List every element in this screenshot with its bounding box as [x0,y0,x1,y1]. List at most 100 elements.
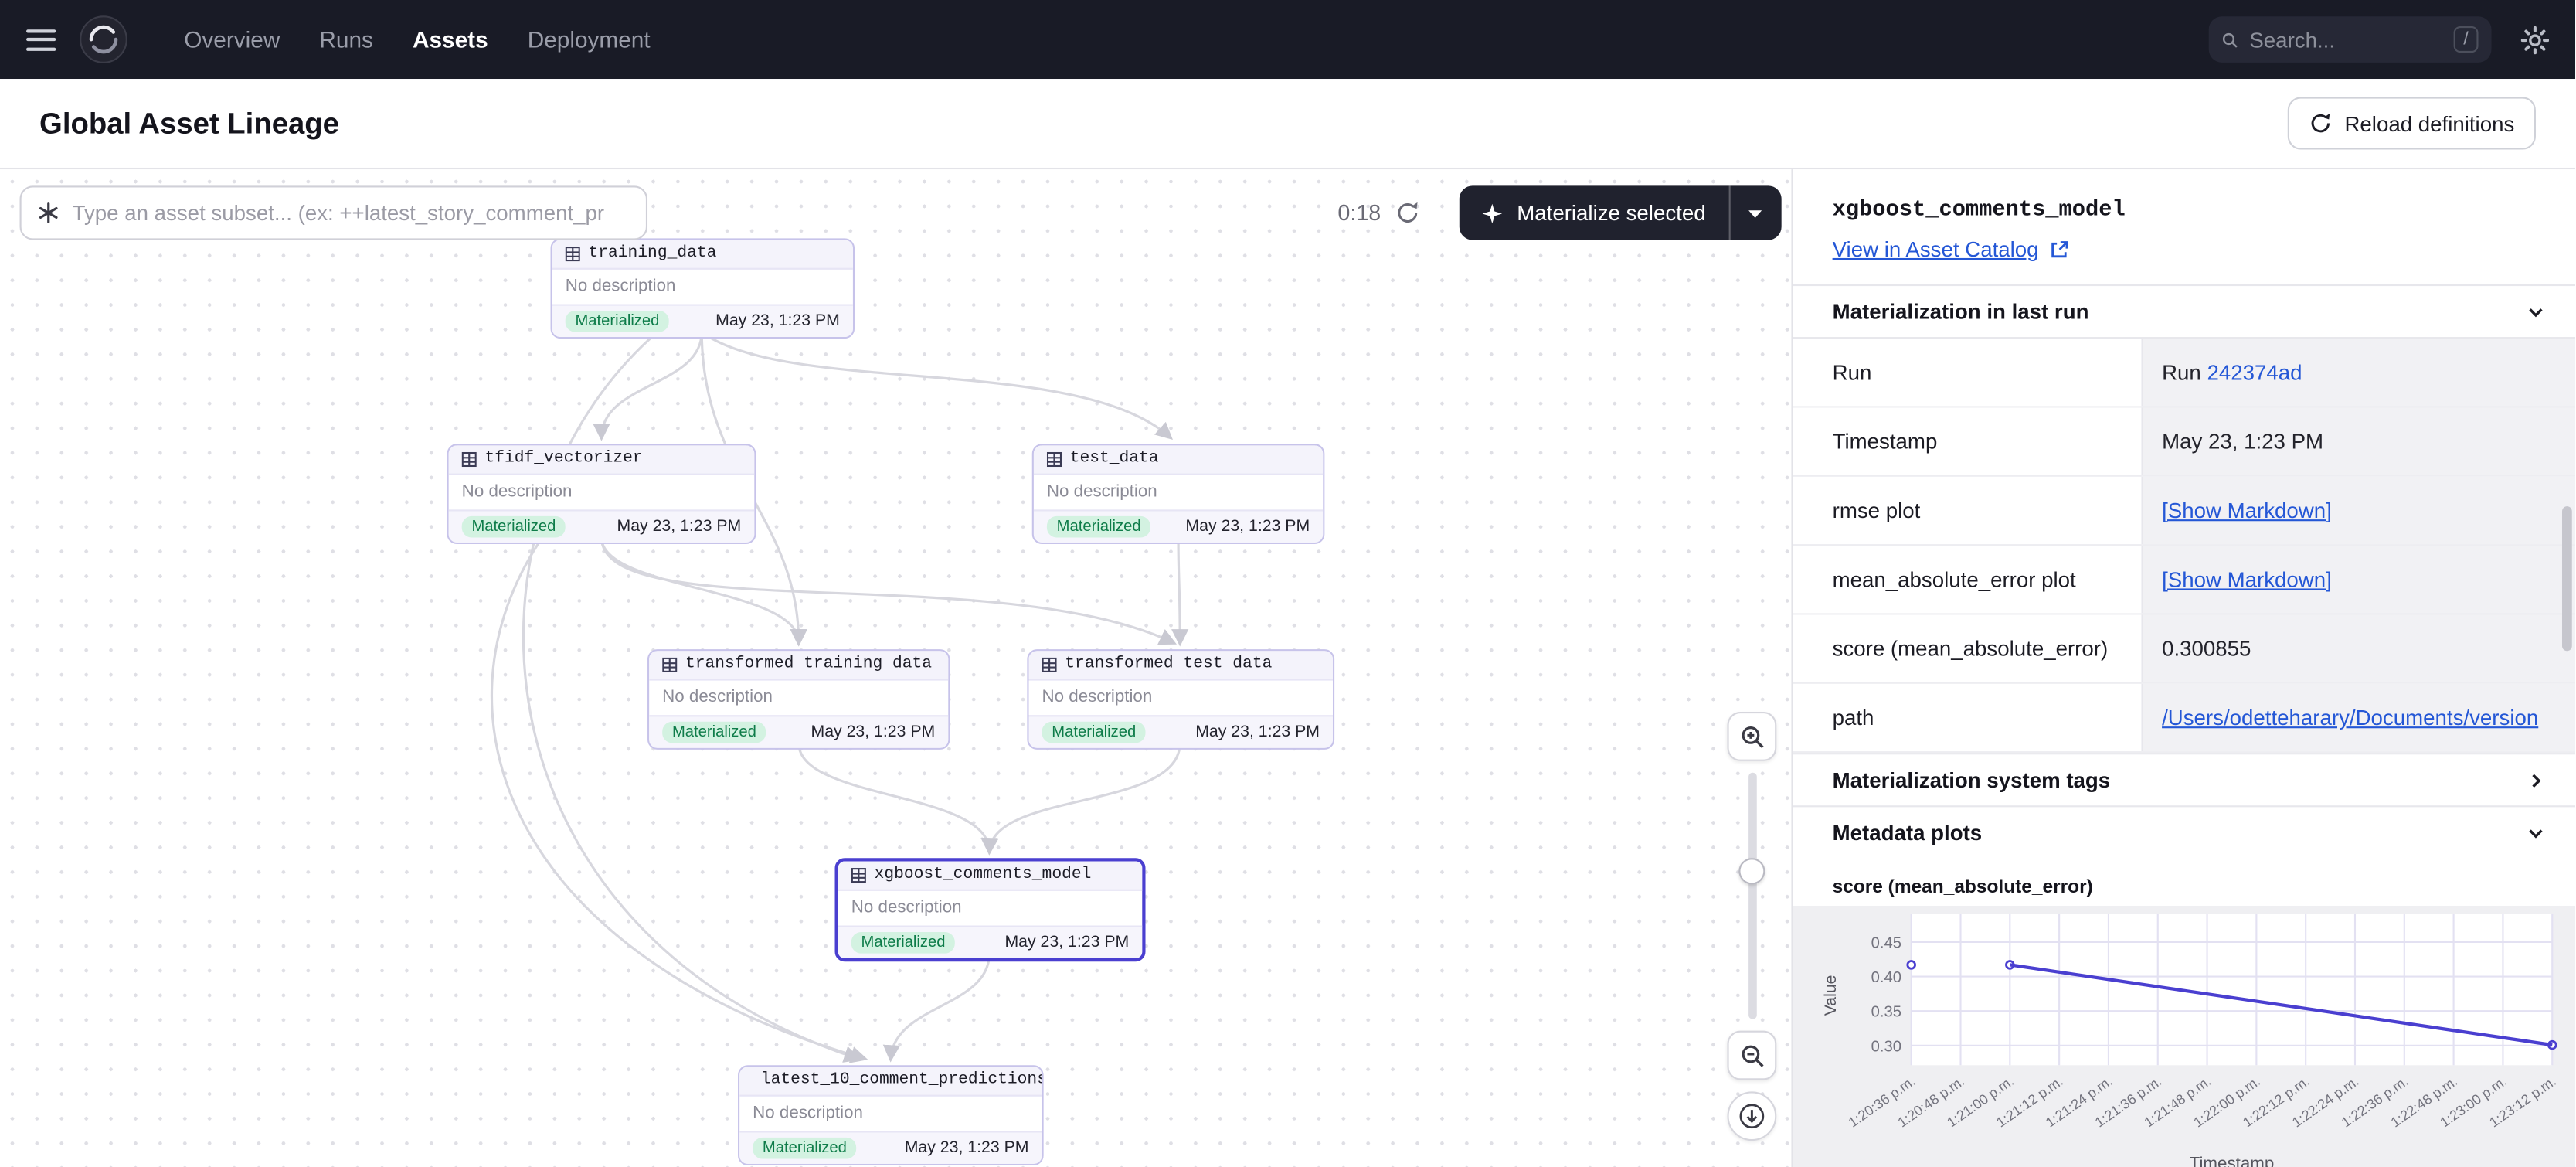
reload-icon [2309,112,2332,135]
zoom-out-button[interactable] [1727,1031,1776,1080]
asset-details-panel: xgboost_comments_model View in Asset Cat… [1793,169,2575,1167]
materialization-metadata-table: Run Run 242374ad Timestamp May 23, 1:23 … [1793,337,2575,753]
path-link[interactable]: /Users/odetteharary/Documents/version [2162,705,2538,730]
materialize-selected-label: Materialize selected [1517,200,1705,225]
show-markdown-link[interactable]: [Show Markdown] [2162,498,2332,522]
asset-subset-input[interactable] [73,200,630,225]
search-icon [2222,29,2238,50]
asset-node-transformed-training-data[interactable]: transformed_training_data No description… [647,649,950,750]
svg-text:Value: Value [1821,975,1840,1016]
asset-node-description: No description [838,891,1142,926]
nav-item-runs[interactable]: Runs [300,26,393,53]
reload-definitions-label: Reload definitions [2344,111,2514,136]
asset-node-test-data[interactable]: test_data No description MaterializedMay… [1032,444,1325,544]
status-badge: Materialized [1042,722,1146,743]
asset-lineage-graph[interactable]: 0:18 Materialize selected [0,169,1793,1167]
svg-text:Timestamp: Timestamp [2190,1153,2275,1167]
nav-item-deployment[interactable]: Deployment [508,26,670,53]
view-in-catalog-label: View in Asset Catalog [1833,236,2039,261]
asset-node-tfidf-vectorizer[interactable]: tfidf_vectorizer No description Material… [447,444,756,544]
top-nav: Overview Runs Assets Deployment / [0,0,2575,79]
section-label: Metadata plots [1833,820,1983,845]
materialize-button-group: Materialize selected [1460,185,1782,240]
run-prefix: Run [2162,360,2207,385]
menu-icon[interactable] [26,29,56,50]
status-badge: Materialized [753,1138,856,1159]
zoom-in-button[interactable] [1727,712,1776,761]
asset-node-timestamp: May 23, 1:23 PM [1195,723,1320,741]
asset-title: xgboost_comments_model [1833,199,2536,223]
dagster-logo[interactable] [79,15,128,64]
row-label: Run [1793,338,2142,407]
status-badge: Materialized [851,932,955,954]
svg-text:0.30: 0.30 [1871,1038,1901,1055]
section-materialization-system-tags[interactable]: Materialization system tags [1793,753,2575,805]
chevron-down-icon [2526,823,2546,843]
zoom-in-icon [1739,724,1764,749]
search-shortcut-key: / [2453,26,2478,53]
nav-item-overview[interactable]: Overview [165,26,300,53]
asset-node-timestamp: May 23, 1:23 PM [811,723,935,741]
status-badge: Materialized [1047,516,1150,538]
materialize-options-dropdown[interactable] [1728,185,1781,240]
materialize-selected-button[interactable]: Materialize selected [1460,185,1729,240]
status-badge: Materialized [566,311,669,332]
svg-text:0.40: 0.40 [1871,969,1901,986]
asset-node-latest-comment-predictions[interactable]: latest_10_comment_predictions No descrip… [738,1065,1044,1165]
run-id-link[interactable]: 242374ad [2207,360,2302,385]
asset-node-timestamp: May 23, 1:23 PM [1004,934,1129,951]
table-icon [566,247,580,261]
primary-nav: Overview Runs Assets Deployment [165,26,670,53]
zoom-controls [1725,712,1778,1141]
asset-node-xgboost-comments-model[interactable]: xgboost_comments_model No description Ma… [835,858,1146,961]
refresh-icon[interactable] [1395,200,1420,233]
asset-node-description: No description [739,1097,1042,1131]
settings-icon[interactable] [2521,26,2549,53]
table-icon [1042,658,1057,672]
asset-node-title: transformed_test_data [1065,656,1272,674]
asset-node-description: No description [1029,681,1333,716]
show-markdown-link[interactable]: [Show Markdown] [2162,567,2332,592]
section-label: Materialization in last run [1833,299,2089,324]
table-icon [662,658,677,672]
view-in-catalog-link[interactable]: View in Asset Catalog [1833,236,2068,261]
score-value: 0.300855 [2141,614,2575,682]
global-search[interactable]: / [2209,16,2492,63]
status-badge: Materialized [662,722,766,743]
metric-line-chart: 1:20:36 p.m.1:20:48 p.m.1:21:00 p.m.1:21… [1793,906,2575,1167]
svg-text:0.45: 0.45 [1871,934,1901,951]
asset-node-timestamp: May 23, 1:23 PM [715,312,840,330]
table-icon [462,452,477,467]
recenter-icon [1738,1103,1765,1129]
asset-node-title: tfidf_vectorizer [484,451,642,468]
status-badge: Materialized [462,516,566,538]
reload-definitions-button[interactable]: Reload definitions [2287,97,2536,149]
asset-node-timestamp: May 23, 1:23 PM [617,518,741,536]
asset-node-description: No description [552,270,853,305]
app-root: Overview Runs Assets Deployment / [0,0,2575,1167]
zoom-slider[interactable] [1748,773,1756,1019]
external-link-icon [2048,239,2068,259]
asset-node-training-data[interactable]: training_data No description Materialize… [551,238,855,339]
panel-scrollbar-thumb[interactable] [2562,506,2572,651]
table-icon [1047,452,1062,467]
recenter-button[interactable] [1727,1091,1776,1141]
asset-subset-filter[interactable] [20,185,648,240]
asset-node-title: transformed_training_data [685,656,932,674]
page-header: Global Asset Lineage Reload definitions [0,79,2575,169]
section-label: Materialization system tags [1833,767,2111,792]
section-metadata-plots[interactable]: Metadata plots [1793,805,2575,858]
nav-item-assets[interactable]: Assets [393,26,508,53]
asset-node-timestamp: May 23, 1:23 PM [905,1139,1029,1157]
zoom-out-icon [1739,1043,1764,1068]
asset-node-title: test_data [1070,451,1159,468]
sparkle-icon [1483,203,1503,223]
search-input[interactable] [2249,27,2442,52]
zoom-slider-handle[interactable] [1738,858,1764,884]
refresh-timer: 0:18 [1337,200,1381,225]
dropdown-caret-icon [1748,206,1764,219]
asset-node-transformed-test-data[interactable]: transformed_test_data No description Mat… [1027,649,1334,750]
asset-node-title: latest_10_comment_predictions [761,1072,1044,1090]
section-materialization-in-last-run[interactable]: Materialization in last run [1793,284,2575,337]
timestamp-value: May 23, 1:23 PM [2141,407,2575,475]
